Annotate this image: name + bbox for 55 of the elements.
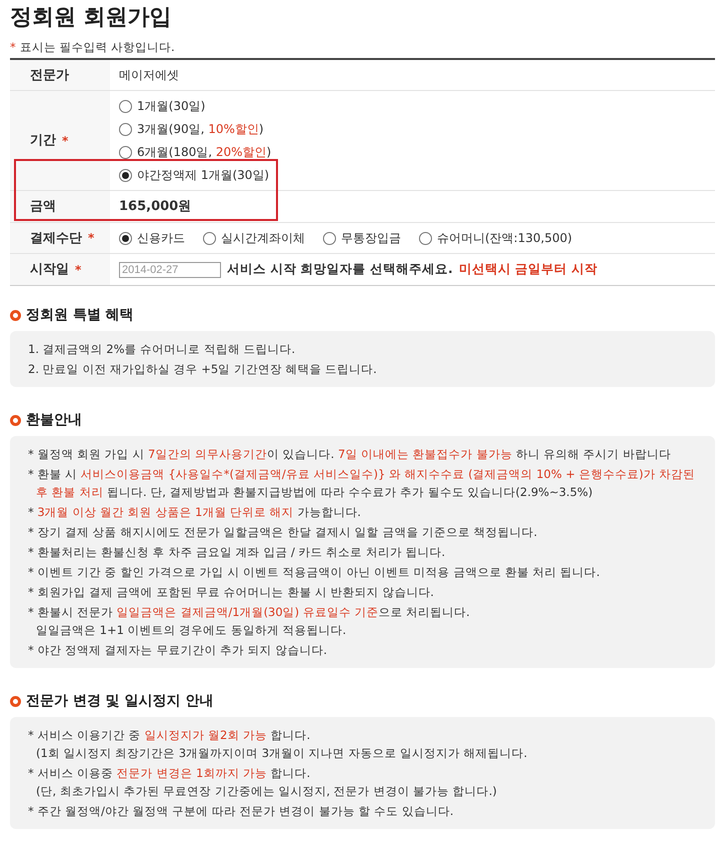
required-note: 표시는 필수입력 사항입니다. <box>20 39 175 56</box>
required-mark: * <box>10 39 16 56</box>
period-option: 3개월(90일, 10%할인) <box>137 120 264 138</box>
required-mark: * <box>62 132 68 150</box>
field-label: 금액 <box>30 198 56 216</box>
payment-option: 무통장입금 <box>341 229 401 248</box>
info-text: * 환불 시 서비스이용금액 {사용일수*(결제금액/유료 서비스일수)} 와 해지수수료 (결제금액의 10% + 은행수수료)가 차감된 후 환불 처리 됩니다. 단, 결제방법과 환불지급방법에 따라 수수료가 추가 될수도 있습니다(2.9%~3.5%) <box>28 466 696 502</box>
period-radio[interactable] <box>119 100 132 113</box>
field-label: 시작일 <box>30 261 69 279</box>
date-hint: 서비스 시작 희망일자를 선택해주세요. <box>227 260 453 278</box>
info-text: * 월정액 회원 가입 시 7일간의 의무사용기간이 있습니다. 7일 이내에는 환불접수가 불가능 하니 유의해 주시기 바랍니다 <box>28 446 672 464</box>
field-label: 전문가 <box>30 66 69 84</box>
payment-radio[interactable] <box>203 232 216 245</box>
date-field[interactable]: 2014-02-27 <box>119 262 221 278</box>
section-title: 환불안내 <box>26 410 82 430</box>
info-text: * 3개월 이상 월간 회원 상품은 1개월 단위로 해지 가능합니다. <box>28 504 362 522</box>
period-radio[interactable] <box>119 146 132 159</box>
field-label: 기간 <box>30 132 56 150</box>
bullet-icon <box>10 414 21 426</box>
required-mark: * <box>88 230 94 248</box>
section-title: 전문가 변경 및 일시정지 안내 <box>26 692 214 711</box>
info-text: * 서비스 이용중 전문가 변경은 1회까지 가능 합니다. <box>28 765 312 782</box>
info-text: * 장기 결제 상품 해지시에도 전문가 일할금액은 한달 결제시 일할 금액을 기준으로 책정됩니다. <box>28 524 538 542</box>
payment-radio[interactable] <box>419 232 432 245</box>
required-mark: * <box>75 262 82 279</box>
field-label: 결제수단 <box>30 230 82 248</box>
bullet-icon <box>10 696 21 707</box>
period-option: 야간정액제 1개월(30일) <box>137 166 270 184</box>
info-text: (단, 최초가입시 추가된 무료연장 기간중에는 일시정지, 전문가 변경이 불가능 합니다.) <box>35 783 498 800</box>
payment-radio[interactable] <box>119 232 132 245</box>
period-option: 6개월(180일, 20%할인) <box>137 143 272 162</box>
bullet-icon <box>10 310 21 321</box>
expert-name: 메이저에셋 <box>119 67 179 84</box>
info-text: * 서비스 이용기간 중 일시정지가 월2회 가능 합니다. <box>28 727 312 744</box>
info-text: * 환불시 전문가 일일금액은 결제금액/1개월(30일) 유료일수 기준으로 처리됩니다. <box>28 604 471 622</box>
amount-value: 165,000원 <box>119 198 192 216</box>
info-text: 2. 만료일 이전 재가입하실 경우 +5일 기간연장 혜택을 드립니다. <box>28 361 378 378</box>
payment-option: 실시간계좌이체 <box>221 229 305 248</box>
info-text: * 야간 정액제 결제자는 무료기간이 추가 되지 않습니다. <box>28 642 328 660</box>
payment-option: 슈어머니(잔액:130,500) <box>437 229 572 248</box>
info-text: 1. 결제금액의 2%를 슈어머니로 적립해 드립니다. <box>28 341 296 358</box>
period-option: 1개월(30일) <box>137 97 206 116</box>
info-text: * 회원가입 결제 금액에 포함된 무료 슈어머니는 환불 시 반환되지 않습니다. <box>28 584 435 602</box>
date-hint-note: 미선택시 금일부터 시작 <box>458 260 598 278</box>
info-text: * 이벤트 기간 중 할인 가격으로 가입 시 이벤트 적용금액이 아닌 이벤트 미적용 금액으로 환불 처리 됩니다. <box>28 564 601 582</box>
payment-option: 신용카드 <box>137 229 185 248</box>
section-title: 정회원 특별 혜택 <box>26 306 134 325</box>
info-text: * 환불처리는 환불신청 후 차주 금요일 계좌 입금 / 카드 취소로 처리가 됩니다. <box>28 544 446 562</box>
period-radio[interactable] <box>119 168 132 182</box>
info-text: 일일금액은 1+1 이벤트의 경우에도 동일하게 적용됩니다. <box>35 622 348 640</box>
payment-radio[interactable] <box>323 232 336 245</box>
period-radio[interactable] <box>119 122 132 136</box>
info-text: * 주간 월정액/야간 월정액 구분에 따라 전문가 변경이 불가능 할 수도 있습니다. <box>28 803 454 820</box>
page-title: 정회원 회원가입 <box>10 4 173 32</box>
info-text: (1회 일시정지 최장기간은 3개월까지이며 3개월이 지나면 자동으로 일시정지가 해제됩니다. <box>35 745 528 762</box>
